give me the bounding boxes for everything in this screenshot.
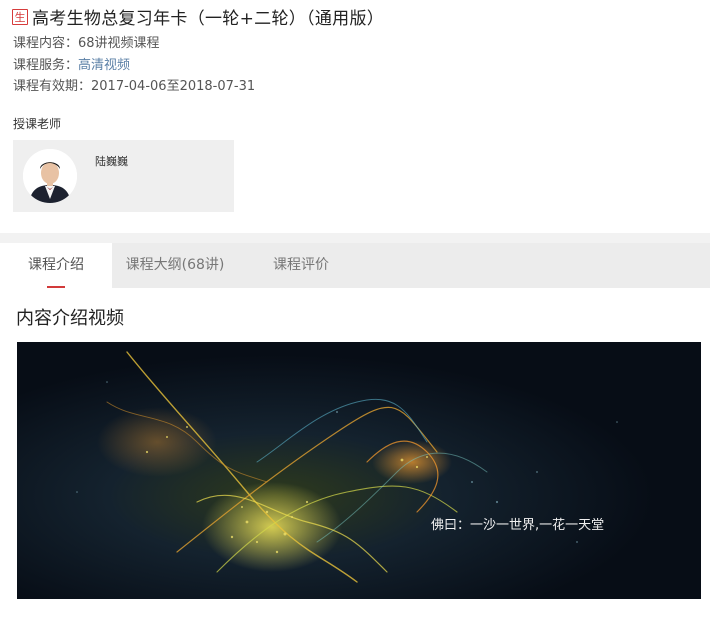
teacher-name[interactable]: 陆巍巍 (95, 153, 128, 169)
tab-course-intro-label: 课程介绍 (28, 257, 84, 273)
teacher-card[interactable]: 陆巍巍 (13, 140, 234, 212)
intro-video-heading: 内容介绍视频 (16, 308, 124, 329)
course-tabs: 课程介绍 课程大纲(68讲) 课程评价 (0, 243, 710, 288)
tab-course-reviews-label: 课程评价 (273, 257, 329, 273)
course-validity-info: 课程有效期：2017-04-06至2018-07-31 (13, 75, 255, 94)
active-tab-indicator (47, 286, 65, 288)
teacher-avatar[interactable] (23, 149, 77, 203)
course-service-info: 课程服务：高清视频 (13, 54, 130, 73)
course-title: 高考生物总复习年卡（一轮+二轮）（通用版） (32, 9, 385, 29)
subject-badge: 生 (12, 8, 28, 25)
tab-course-outline-label: 课程大纲(68讲) (125, 257, 225, 273)
validity-value: 2017-04-06至2018-07-31 (91, 79, 256, 94)
content-label: 课程内容： (13, 36, 79, 51)
service-label: 课程服务： (13, 58, 79, 73)
service-value: 高清视频 (78, 58, 131, 73)
teachers-section-label: 授课老师 (13, 117, 62, 131)
video-caption: 佛曰：一沙一世界,一花一天堂 (431, 518, 605, 533)
content-value: 68讲视频课程 (78, 36, 160, 51)
validity-label: 课程有效期： (13, 79, 92, 94)
video-frame-image (17, 342, 701, 599)
course-title-row: 生 高考生物总复习年卡（一轮+二轮）（通用版） (12, 4, 384, 29)
teacher-avatar-icon (23, 149, 77, 203)
tab-course-intro[interactable]: 课程介绍 (0, 243, 112, 288)
section-divider (0, 233, 710, 243)
tab-course-reviews[interactable]: 课程评价 (238, 243, 364, 288)
tab-course-outline[interactable]: 课程大纲(68讲) (112, 243, 238, 288)
course-content-info: 课程内容：68讲视频课程 (13, 32, 160, 51)
intro-video-player[interactable]: 佛曰：一沙一世界,一花一天堂 (17, 342, 701, 599)
